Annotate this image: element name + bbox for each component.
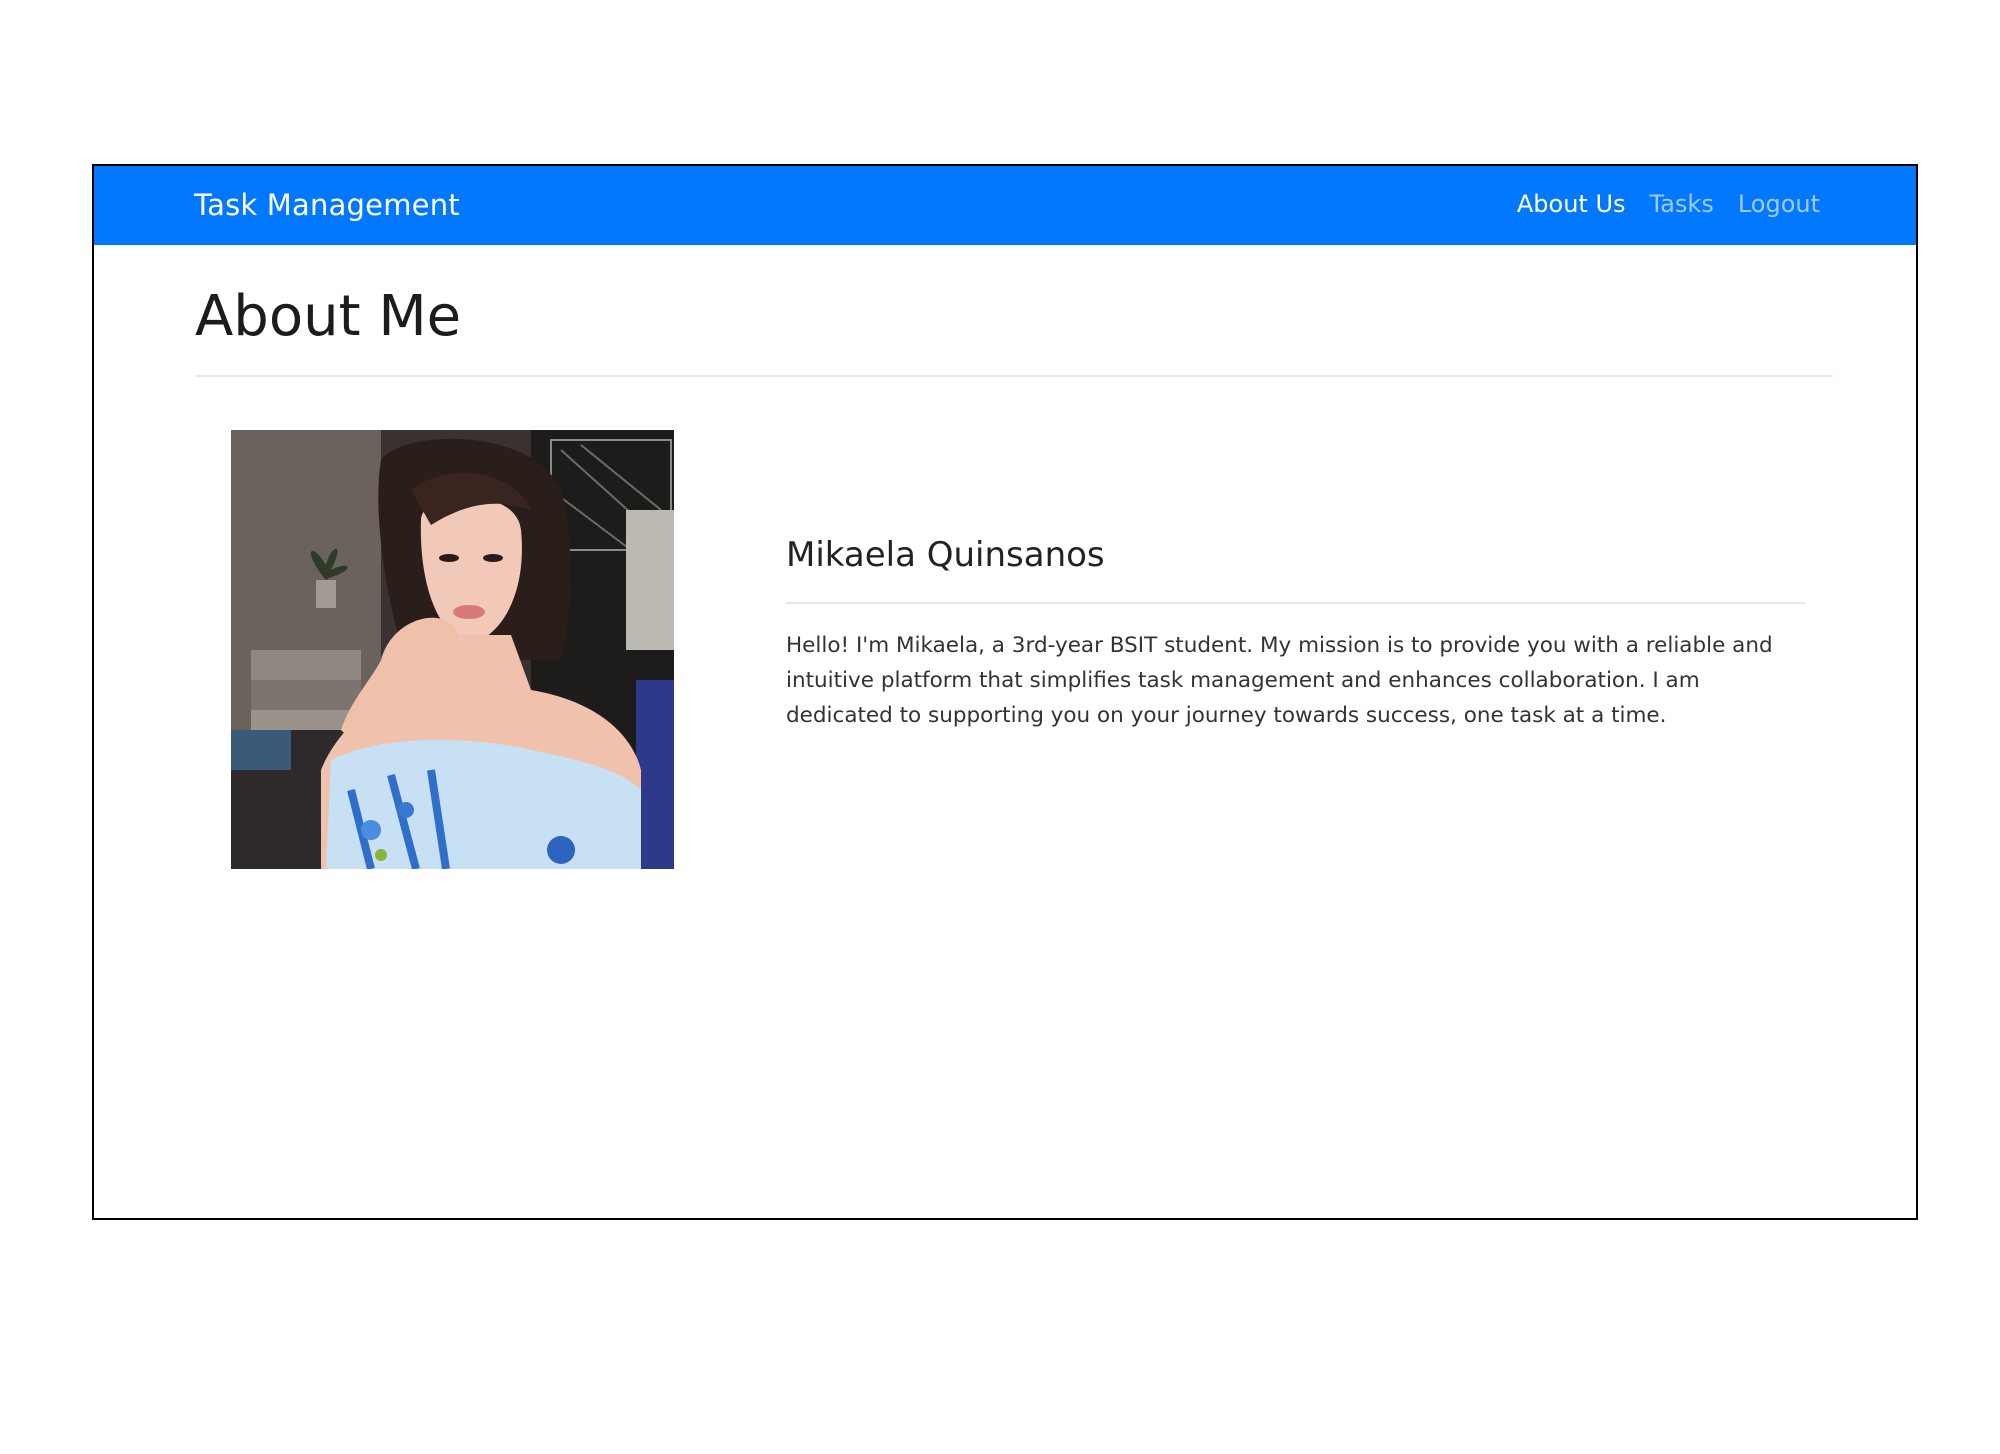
title-divider [195,375,1833,377]
browser-viewport: Task Management About Us Tasks Logout Ab… [92,164,1918,1220]
profile-photo-illustration [231,430,674,869]
top-navbar: Task Management About Us Tasks Logout [94,166,1916,245]
nav-link-about-us[interactable]: About Us [1517,190,1626,218]
name-divider [786,602,1805,604]
profile-bio: Hello! I'm Mikaela, a 3rd-year BSIT stud… [786,633,1773,728]
profile-name: Mikaela Quinsanos [786,535,1105,575]
nav-link-logout[interactable]: Logout [1738,190,1820,218]
nav-links: About Us Tasks Logout [1517,190,1820,218]
page-title: About Me [195,284,462,349]
brand-link[interactable]: Task Management [194,188,460,222]
profile-photo [231,430,674,869]
nav-link-tasks[interactable]: Tasks [1650,190,1714,218]
